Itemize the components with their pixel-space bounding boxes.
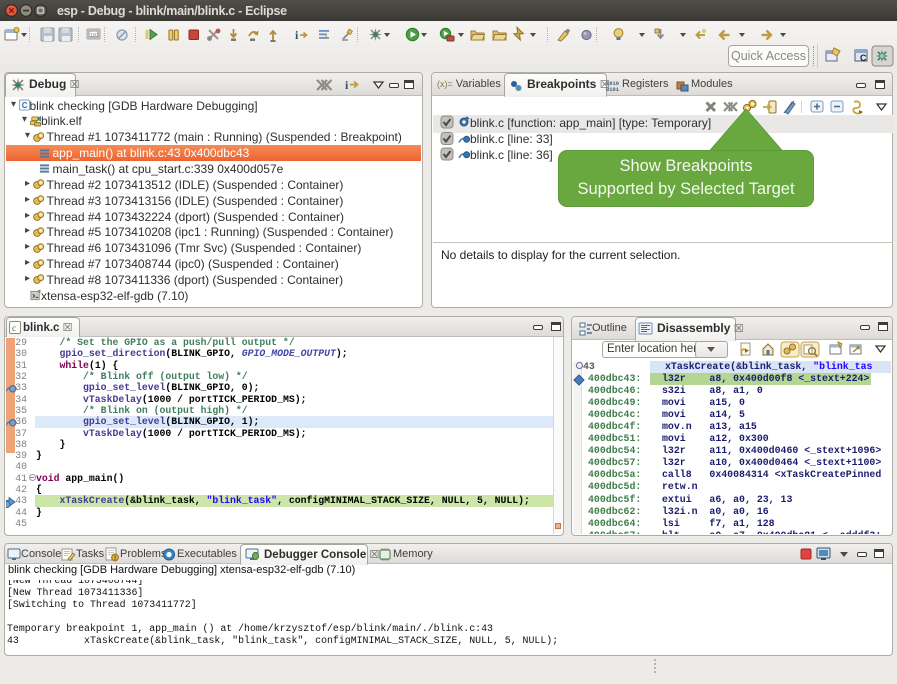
svg-text:0101: 0101 <box>606 87 619 93</box>
svg-text:!: ! <box>114 555 116 562</box>
svg-text:C: C <box>860 53 867 63</box>
svg-text:i: i <box>345 78 349 92</box>
svg-text:i: i <box>295 28 299 42</box>
svg-text:101: 101 <box>90 33 99 39</box>
svg-text:c: c <box>12 323 16 333</box>
